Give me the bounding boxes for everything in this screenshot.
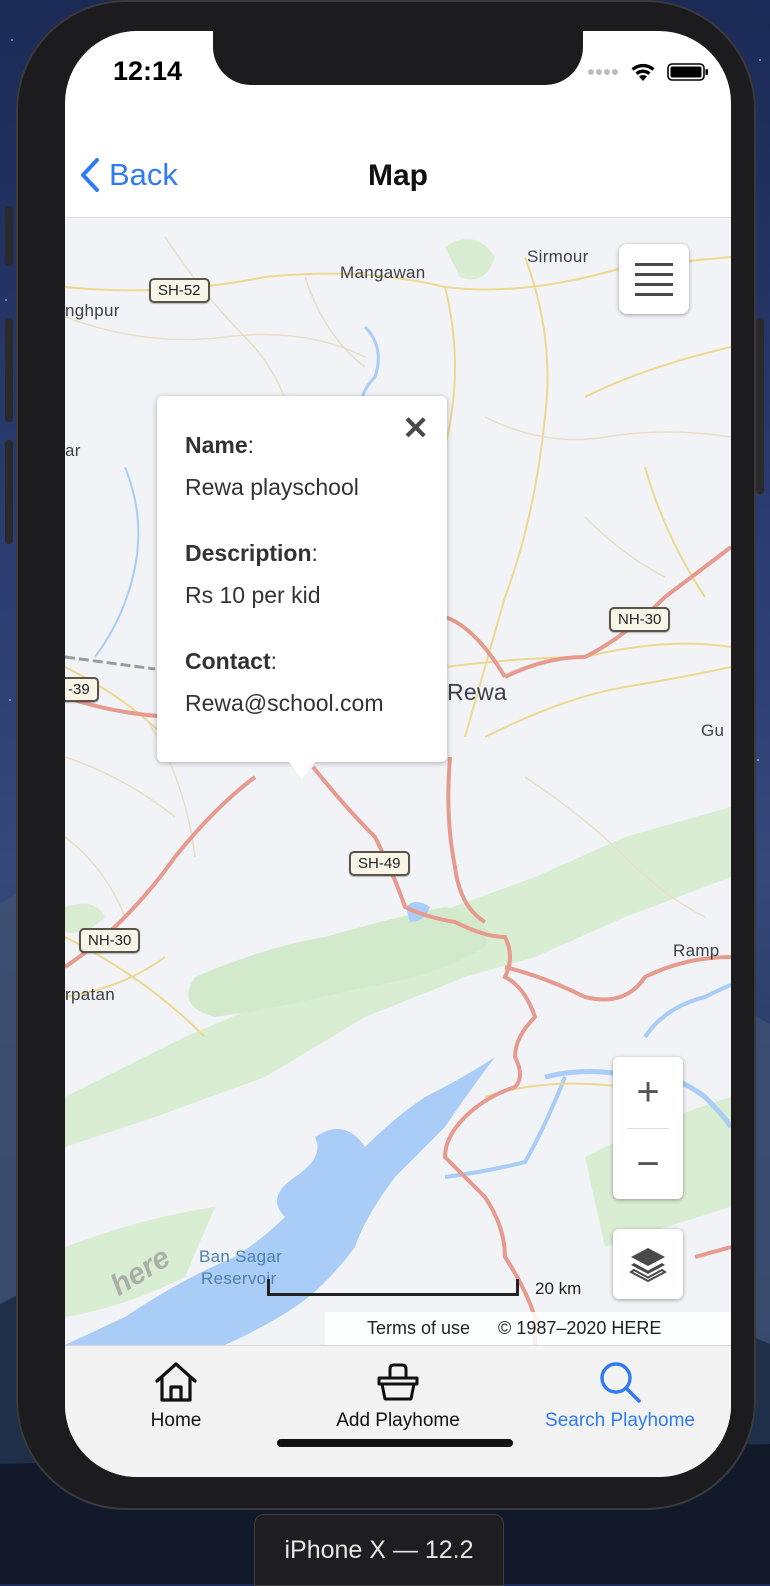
tab-bar: Home Add Playhome Search Playhome <box>65 1345 731 1477</box>
layers-icon <box>629 1248 667 1283</box>
popup-name-row: Name: Rewa playschool <box>185 432 383 500</box>
menu-line <box>635 292 673 296</box>
simulator-device-label: iPhone X — 12.2 <box>254 1514 504 1586</box>
tab-search-playhome[interactable]: Search Playhome <box>509 1360 731 1432</box>
popup-description-row: Description: Rs 10 per kid <box>185 540 383 608</box>
page-title: Map <box>368 159 428 192</box>
map-label-ar: ar <box>65 441 81 460</box>
road-shield-sh49: SH-49 <box>349 851 410 876</box>
menu-line <box>635 282 673 286</box>
menu-line <box>635 272 673 276</box>
popup-pointer <box>289 762 315 779</box>
map-attribution: Terms of use © 1987–2020 HERE <box>325 1312 731 1345</box>
popup-description-value: Rs 10 per kid <box>185 582 321 608</box>
map-view[interactable]: Mangawan Sirmour nghpur ar Rewa Gu Ramp … <box>65 217 731 1345</box>
volume-up-button <box>5 318 13 422</box>
map-layers-button[interactable] <box>613 1229 683 1299</box>
status-time: 12:14 <box>113 56 183 86</box>
basket-icon <box>377 1363 419 1401</box>
menu-line <box>635 262 673 266</box>
search-icon <box>600 1362 641 1403</box>
map-label-rpatan: rpatan <box>65 985 116 1004</box>
road-shield-39: -39 <box>65 677 99 702</box>
phone-screen: 12:14 Back Map Mangawan Sirmour nghpur a… <box>65 31 731 1477</box>
tab-add-playhome[interactable]: Add Playhome <box>287 1360 509 1432</box>
map-label-reservoir: Reservoir <box>201 1269 277 1288</box>
map-menu-button[interactable] <box>619 244 689 314</box>
home-icon <box>155 1362 197 1402</box>
battery-icon <box>667 63 708 81</box>
terms-of-use-link[interactable]: Terms of use <box>367 1318 470 1339</box>
map-label-rewa: Rewa <box>447 679 508 705</box>
tab-home[interactable]: Home <box>65 1360 287 1432</box>
popup-body: Name: Rewa playschool Description: Rs 10… <box>185 432 383 734</box>
map-label-rampur: Ramp <box>673 941 720 960</box>
popup-close-button[interactable]: ✕ <box>402 412 429 444</box>
popup-contact-value: Rewa@school.com <box>185 690 384 716</box>
wifi-icon <box>631 63 655 81</box>
navigation-bar: Back Map <box>65 111 731 218</box>
road-shield-nh30-west: NH-30 <box>79 928 141 953</box>
status-icons <box>587 61 709 83</box>
cellular-signal-icon <box>588 69 618 75</box>
map-label-gu: Gu <box>701 721 725 740</box>
map-scale-bar <box>267 1279 519 1296</box>
road-shield-sh52: SH-52 <box>149 278 210 303</box>
copyright-text: © 1987–2020 HERE <box>498 1318 662 1338</box>
phone-frame: 12:14 Back Map Mangawan Sirmour nghpur a… <box>5 0 764 1510</box>
info-popup: ✕ Name: Rewa playschool Description: Rs … <box>157 396 447 762</box>
power-button <box>756 318 764 494</box>
zoom-control: + − <box>613 1057 683 1199</box>
road-shield-nh30: NH-30 <box>609 607 671 632</box>
popup-name-label: Name <box>185 432 248 458</box>
mute-switch <box>5 206 13 266</box>
notch <box>213 31 583 85</box>
zoom-out-button[interactable]: − <box>613 1129 683 1199</box>
popup-contact-row: Contact: Rewa@school.com <box>185 648 384 716</box>
tab-add-playhome-label: Add Playhome <box>336 1410 460 1431</box>
tab-home-label: Home <box>150 1410 202 1431</box>
map-label-sirmour: Sirmour <box>527 247 589 266</box>
map-label-mangawan: Mangawan <box>340 263 426 282</box>
popup-contact-label: Contact <box>185 648 271 674</box>
map-label-ban-sagar: Ban Sagar <box>199 1247 283 1266</box>
map-label-nghpur: nghpur <box>65 301 120 320</box>
popup-name-value: Rewa playschool <box>185 474 359 500</box>
map-scale-label: 20 km <box>535 1279 582 1298</box>
popup-description-label: Description <box>185 540 312 566</box>
volume-down-button <box>5 440 13 544</box>
home-indicator[interactable] <box>277 1439 513 1447</box>
tab-search-playhome-label: Search Playhome <box>545 1410 695 1431</box>
zoom-in-button[interactable]: + <box>613 1057 683 1127</box>
